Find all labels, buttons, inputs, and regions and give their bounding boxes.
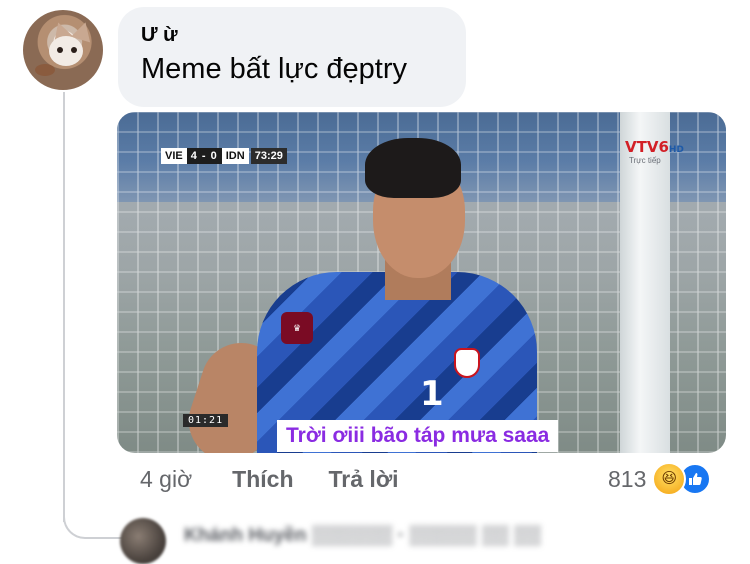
meme-caption: Trời ơiii bão táp mưa saaa <box>277 420 559 452</box>
channel-subtitle: Trực tiếp <box>629 156 661 165</box>
comment-author[interactable]: Ư ừ <box>141 22 443 48</box>
haha-icon: 😆 <box>652 462 687 496</box>
avatar[interactable] <box>23 10 103 90</box>
player-hair <box>365 138 461 198</box>
sleeve-badge-icon: ♛ <box>281 312 313 344</box>
reply-button[interactable]: Trả lời <box>329 466 399 493</box>
cat-paw <box>35 64 55 76</box>
scoreboard: VIE 4 - 0 IDN 73:29 <box>161 148 287 164</box>
cat-face <box>49 36 83 66</box>
jersey-crest-icon <box>454 348 480 378</box>
clip-timer: 01:21 <box>183 414 229 427</box>
channel-name: VTV6 <box>625 138 669 156</box>
comment-bubble: Ư ừ Meme bất lực đẹptry <box>118 7 466 107</box>
scoreboard-time: 73:29 <box>250 148 287 164</box>
next-comment-avatar[interactable] <box>120 518 166 564</box>
comment-image[interactable]: VIE 4 - 0 IDN 73:29 VTV6HD Trực tiếp ♛ 1… <box>117 112 726 453</box>
cat-eye-right <box>71 47 77 53</box>
comment-timestamp[interactable]: 4 giờ <box>140 466 192 493</box>
reaction-summary[interactable]: 813 😆 <box>608 461 712 497</box>
cat-eye-left <box>57 47 63 53</box>
next-comment-text: Khánh Huyền ▒▒▒▒▒▒ · ▒▒▒▒▒ ▒▒ ▒▒ <box>184 525 542 546</box>
channel-logo: VTV6HD <box>625 138 684 156</box>
next-comment-preview[interactable]: Khánh Huyền ▒▒▒▒▒▒ · ▒▒▒▒▒ ▒▒ ▒▒ <box>120 518 750 564</box>
comment-text: Meme bất lực đẹptry <box>141 53 408 85</box>
comment-actions: 4 giờ Thích Trả lời <box>140 463 399 495</box>
thread-line <box>63 92 65 522</box>
channel-hd: HD <box>668 145 684 155</box>
reaction-count[interactable]: 813 <box>608 466 646 493</box>
like-button[interactable]: Thích <box>232 466 293 493</box>
scoreboard-home: VIE <box>161 148 187 164</box>
scoreboard-score: 4 - 0 <box>186 148 222 164</box>
scoreboard-away: IDN <box>221 148 249 164</box>
thread-connector <box>63 505 125 539</box>
jersey-number: 1 <box>420 374 444 414</box>
